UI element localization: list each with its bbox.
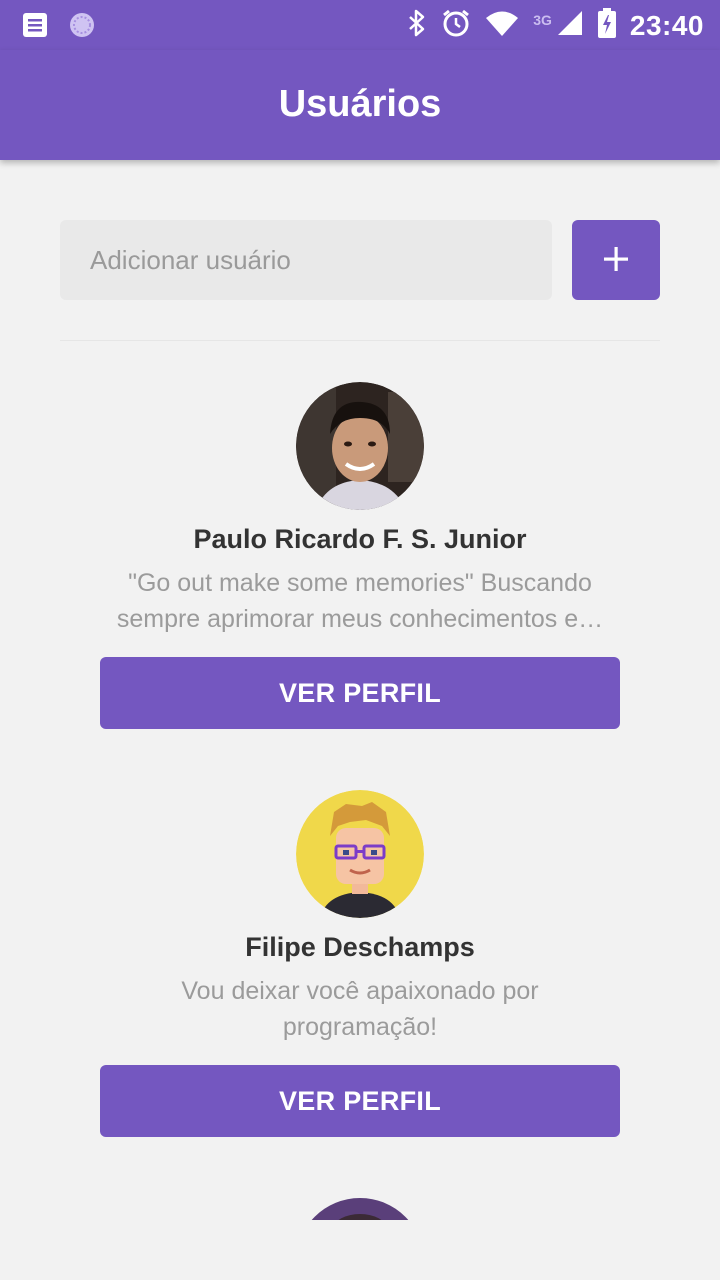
wifi-icon (485, 9, 519, 42)
alarm-icon (441, 8, 471, 43)
add-user-row (60, 220, 660, 300)
signal-icon (556, 9, 584, 42)
user-card: Filipe Deschamps Vou deixar você apaixon… (100, 790, 620, 1137)
loading-circle-icon (68, 11, 96, 44)
view-profile-button[interactable]: VER PERFIL (100, 657, 620, 729)
network-type: 3G (533, 11, 552, 28)
page-title: Usuários (278, 82, 442, 125)
add-user-input[interactable] (60, 220, 552, 300)
user-bio: "Go out make some memories" Buscando sem… (116, 569, 604, 633)
user-avatar-pixel-art[interactable] (296, 790, 424, 918)
bluetooth-icon (407, 9, 427, 42)
battery-charging-icon (597, 8, 616, 43)
user-avatar-partial[interactable] (296, 1198, 424, 1220)
user-name: Paulo Ricardo F. S. Junior (193, 524, 527, 554)
app-bar: Usuários (0, 50, 720, 160)
add-user-button[interactable] (572, 220, 660, 300)
user-avatar-photo[interactable] (296, 382, 424, 510)
user-name: Filipe Deschamps (245, 932, 475, 962)
view-profile-button[interactable]: VER PERFIL (100, 1065, 620, 1137)
plus-icon (603, 246, 629, 275)
status-bar: 3G 23:40 (0, 0, 720, 50)
user-card: Paulo Ricardo F. S. Junior "Go out make … (100, 382, 620, 729)
user-bio: Vou deixar você apaixonado por programaç… (181, 977, 539, 1041)
notes-icon (22, 12, 48, 43)
divider (60, 340, 660, 341)
status-time: 23:40 (629, 9, 704, 41)
